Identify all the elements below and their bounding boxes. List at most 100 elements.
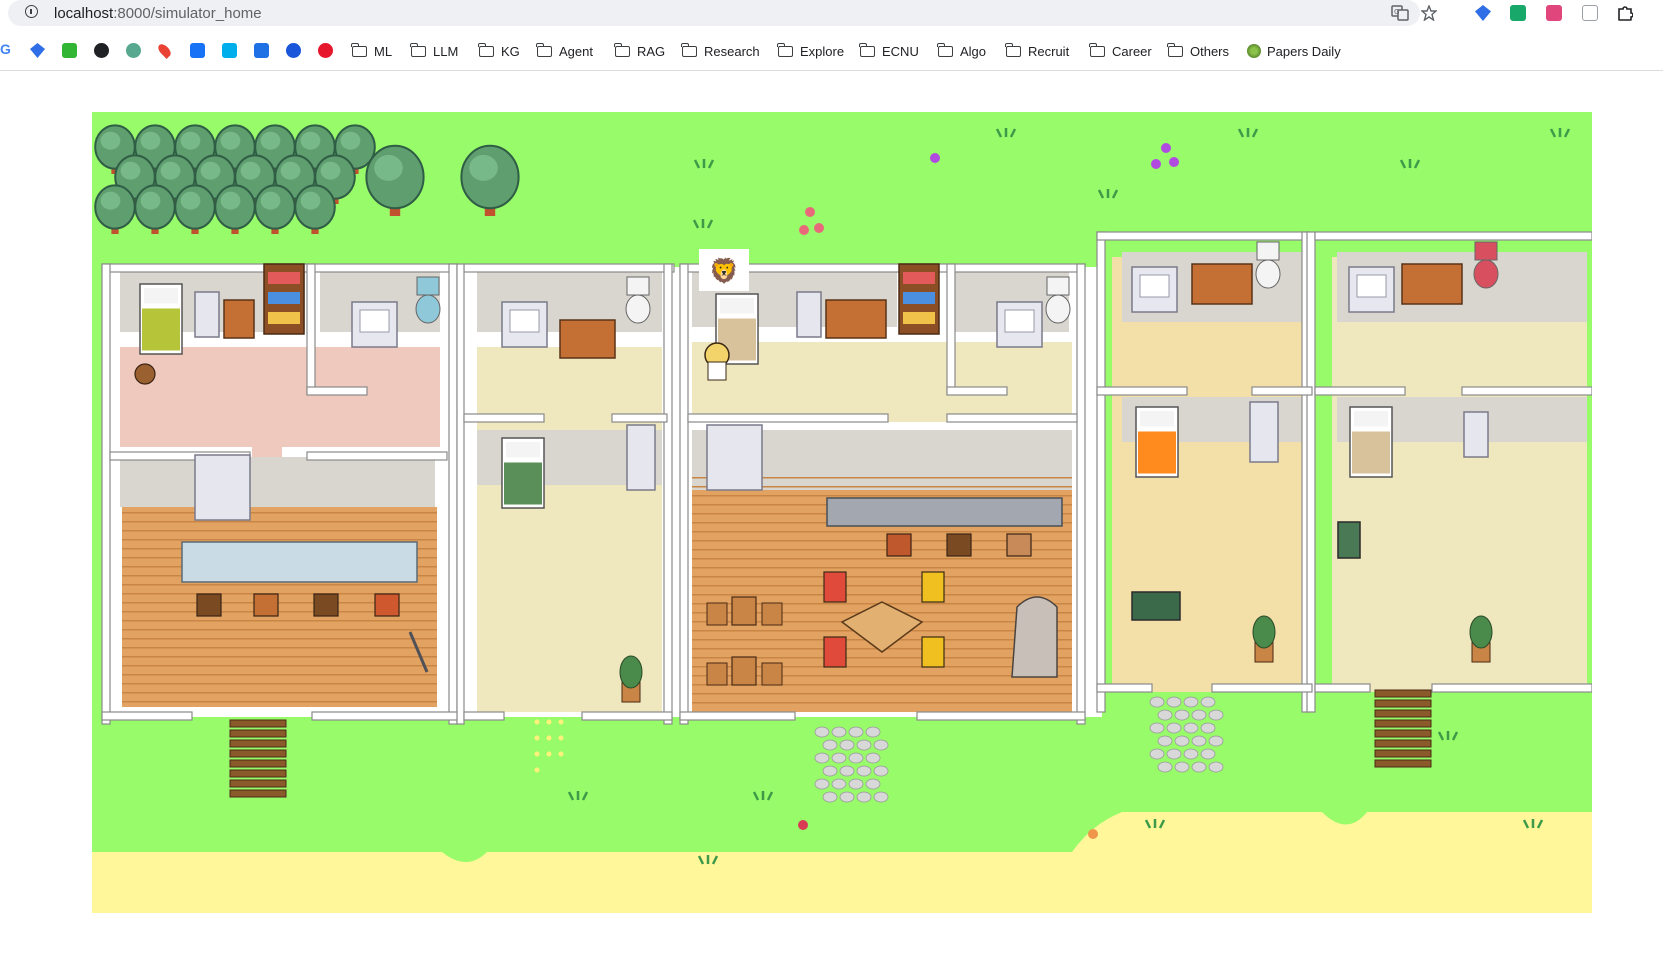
tree-highlight — [300, 131, 321, 150]
wall — [101, 711, 193, 721]
bookmark-label: ML — [374, 43, 393, 59]
stepping-stone — [839, 765, 855, 777]
bilibili-icon[interactable] — [222, 43, 237, 58]
extension-icon[interactable] — [1582, 5, 1598, 21]
wall — [1211, 683, 1313, 693]
extension-icon[interactable] — [1475, 5, 1491, 21]
stair-step — [229, 749, 287, 758]
bookmark-folder-explore[interactable]: Explore — [777, 38, 844, 64]
bed-blanket — [142, 308, 180, 351]
extension-icon[interactable] — [1546, 5, 1562, 21]
stepping-stone — [1166, 722, 1182, 734]
bookmark-folder-agent[interactable]: Agent — [536, 38, 593, 64]
stair-step — [1374, 749, 1432, 758]
tree-highlight — [160, 161, 181, 180]
site-info-icon[interactable] — [25, 5, 38, 18]
stair-step — [1374, 719, 1432, 728]
sink-basin — [359, 309, 390, 333]
chair — [823, 636, 847, 668]
stair-step — [1374, 729, 1432, 738]
sink-basin — [1004, 309, 1035, 333]
bookmark-folder-ecnu[interactable]: ECNU — [859, 38, 919, 64]
floor-plank-line — [122, 530, 437, 532]
bookmark-icon[interactable] — [126, 43, 141, 58]
stepping-stone — [831, 778, 847, 790]
weibo-icon[interactable] — [318, 43, 333, 58]
wall — [581, 711, 673, 721]
tree-highlight — [100, 131, 121, 150]
plant-leaves — [1252, 615, 1276, 649]
stepping-stone — [856, 739, 872, 751]
bookmark-icon[interactable] — [286, 43, 301, 58]
stepping-stone — [1166, 696, 1182, 708]
stepping-stone — [1183, 696, 1199, 708]
flower — [805, 207, 815, 217]
flower — [930, 153, 940, 163]
translate-icon[interactable]: G — [1391, 5, 1409, 21]
google-icon[interactable]: G — [0, 41, 15, 57]
bookmark-folder-algo[interactable]: Algo — [937, 38, 986, 64]
floor-plank-line — [692, 576, 1072, 578]
tree-highlight — [374, 154, 403, 181]
bookmark-folder-career[interactable]: Career — [1089, 38, 1152, 64]
floor-plank-line — [122, 584, 437, 586]
stepping-stone — [1191, 735, 1207, 747]
bookmark-icon[interactable] — [62, 43, 77, 58]
tree-highlight — [320, 161, 341, 180]
wall — [1251, 386, 1313, 396]
star-icon[interactable] — [1421, 5, 1437, 21]
bed-pillow — [506, 442, 540, 458]
bookmark-folder-research[interactable]: Research — [681, 38, 760, 64]
bookmark-folder-papers-daily[interactable]: Papers Daily — [1247, 38, 1341, 64]
stepping-stone — [865, 726, 881, 738]
stepping-stone — [856, 765, 872, 777]
wall — [1431, 683, 1592, 693]
wall — [306, 386, 368, 396]
map-pin-icon[interactable] — [156, 42, 173, 59]
stool — [253, 593, 279, 617]
flower — [1088, 829, 1098, 839]
character-body — [707, 361, 727, 381]
bookmark-folder-rag[interactable]: RAG — [614, 38, 665, 64]
floor-plank-line — [122, 674, 437, 676]
fridge — [796, 291, 822, 338]
browser-address-bar: localhost:8000/simulator_home G — [0, 0, 1663, 28]
chair — [823, 571, 847, 603]
character-emoji-label: 🦁 — [709, 257, 739, 285]
bookmark-folder-ml[interactable]: ML — [351, 38, 393, 64]
wall — [463, 263, 675, 273]
puzzle-icon[interactable] — [1617, 5, 1633, 21]
bookmark-folder-kg[interactable]: KG — [478, 38, 520, 64]
github-icon[interactable] — [94, 43, 109, 58]
zhihu-icon[interactable] — [190, 43, 205, 58]
wall — [679, 263, 689, 725]
wall — [1314, 386, 1406, 396]
bookmark-label: Papers Daily — [1267, 43, 1341, 59]
toilet-bowl — [625, 294, 651, 324]
stool — [1006, 533, 1032, 557]
stepping-stone — [848, 726, 864, 738]
bookmark-label: Others — [1190, 43, 1230, 59]
stepping-stone — [822, 791, 838, 803]
bookmark-icon[interactable] — [30, 43, 45, 58]
stair-step — [1374, 699, 1432, 708]
stepping-stone — [1157, 735, 1173, 747]
stepping-stone — [814, 752, 830, 764]
wall — [916, 711, 1086, 721]
wall — [687, 413, 889, 423]
url-field[interactable]: localhost:8000/simulator_home G — [8, 0, 1437, 26]
stepping-stone — [814, 778, 830, 790]
stepping-stone — [1183, 748, 1199, 760]
stair-step — [229, 779, 287, 788]
bookmark-folder-recruit[interactable]: Recruit — [1005, 38, 1069, 64]
stepping-stone — [873, 765, 889, 777]
chair — [761, 602, 783, 626]
bookmark-icon[interactable] — [254, 43, 269, 58]
bookmark-folder-others[interactable]: Others — [1167, 38, 1230, 64]
extension-icon[interactable] — [1510, 5, 1526, 21]
bed-blanket — [1138, 431, 1176, 474]
game-map-canvas[interactable]: 🦁 — [92, 112, 1592, 913]
bookmark-folder-llm[interactable]: LLM — [410, 38, 458, 64]
url-text[interactable]: localhost:8000/simulator_home — [54, 5, 262, 22]
stool — [374, 593, 400, 617]
